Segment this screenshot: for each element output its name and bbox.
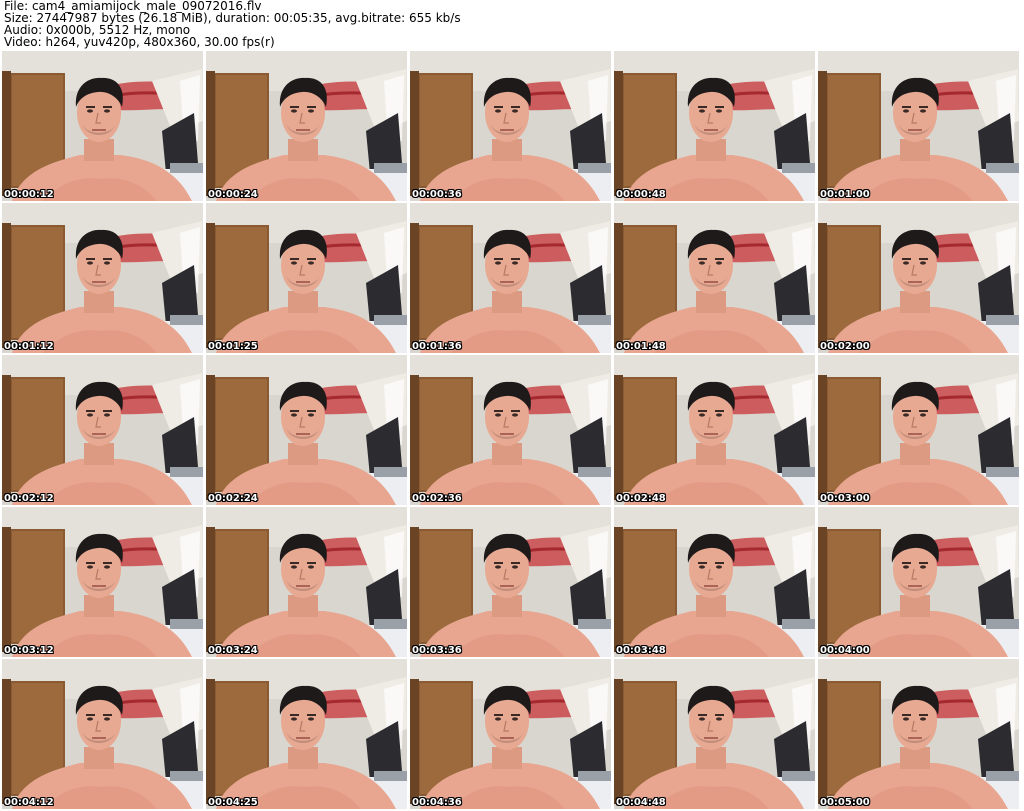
video-info: Video: h264, yuv420p, 480x360, 30.00 fps… bbox=[4, 35, 275, 49]
timestamp-label: 00:00:48 bbox=[616, 189, 666, 200]
frame-image bbox=[2, 507, 203, 657]
timestamp-label: 00:04:25 bbox=[208, 797, 258, 808]
timestamp-label: 00:03:24 bbox=[208, 645, 258, 656]
frame-image bbox=[410, 355, 611, 505]
video-frame-thumbnail: 00:04:25 bbox=[206, 659, 407, 809]
video-frame-thumbnail: 00:02:36 bbox=[410, 355, 611, 505]
video-frame-thumbnail: 00:03:12 bbox=[2, 507, 203, 657]
timestamp-label: 00:01:00 bbox=[820, 189, 870, 200]
timestamp-label: 00:03:12 bbox=[4, 645, 54, 656]
frame-image bbox=[206, 507, 407, 657]
video-frame-thumbnail: 00:04:36 bbox=[410, 659, 611, 809]
frame-image bbox=[818, 51, 1019, 201]
video-frame-thumbnail: 00:00:48 bbox=[614, 51, 815, 201]
video-frame-thumbnail: 00:03:24 bbox=[206, 507, 407, 657]
frame-image bbox=[614, 507, 815, 657]
timestamp-label: 00:01:36 bbox=[412, 341, 462, 352]
timestamp-label: 00:03:00 bbox=[820, 493, 870, 504]
timestamp-label: 00:02:48 bbox=[616, 493, 666, 504]
video-frame-thumbnail: 00:01:12 bbox=[2, 203, 203, 353]
video-frame-thumbnail: 00:05:00 bbox=[818, 659, 1019, 809]
timestamp-label: 00:01:48 bbox=[616, 341, 666, 352]
video-frame-thumbnail: 00:04:48 bbox=[614, 659, 815, 809]
timestamp-label: 00:00:12 bbox=[4, 189, 54, 200]
video-frame-thumbnail: 00:03:00 bbox=[818, 355, 1019, 505]
frame-image bbox=[614, 51, 815, 201]
frame-image bbox=[2, 659, 203, 809]
thumbnail-grid: 00:00:12 00:00:24 00:00:36 00:00:48 00:0… bbox=[2, 51, 1022, 811]
timestamp-label: 00:03:36 bbox=[412, 645, 462, 656]
file-info-header: File: cam4_amiamijock_male_09072016.flv … bbox=[4, 0, 1020, 48]
timestamp-label: 00:01:12 bbox=[4, 341, 54, 352]
frame-image bbox=[614, 355, 815, 505]
frame-image bbox=[818, 203, 1019, 353]
frame-image bbox=[2, 355, 203, 505]
frame-image bbox=[818, 355, 1019, 505]
frame-image bbox=[614, 659, 815, 809]
timestamp-label: 00:04:36 bbox=[412, 797, 462, 808]
video-frame-thumbnail: 00:00:24 bbox=[206, 51, 407, 201]
timestamp-label: 00:04:00 bbox=[820, 645, 870, 656]
frame-image bbox=[2, 51, 203, 201]
frame-image bbox=[410, 659, 611, 809]
frame-image bbox=[818, 507, 1019, 657]
timestamp-label: 00:03:48 bbox=[616, 645, 666, 656]
timestamp-label: 00:00:24 bbox=[208, 189, 258, 200]
timestamp-label: 00:01:25 bbox=[208, 341, 258, 352]
video-frame-thumbnail: 00:02:12 bbox=[2, 355, 203, 505]
video-frame-thumbnail: 00:02:24 bbox=[206, 355, 407, 505]
video-frame-thumbnail: 00:01:25 bbox=[206, 203, 407, 353]
frame-image bbox=[818, 659, 1019, 809]
timestamp-label: 00:02:12 bbox=[4, 493, 54, 504]
frame-image bbox=[206, 203, 407, 353]
timestamp-label: 00:02:24 bbox=[208, 493, 258, 504]
video-frame-thumbnail: 00:02:00 bbox=[818, 203, 1019, 353]
frame-image bbox=[206, 355, 407, 505]
frame-image bbox=[410, 51, 611, 201]
video-frame-thumbnail: 00:01:48 bbox=[614, 203, 815, 353]
video-frame-thumbnail: 00:02:48 bbox=[614, 355, 815, 505]
frame-image bbox=[206, 659, 407, 809]
video-frame-thumbnail: 00:00:12 bbox=[2, 51, 203, 201]
video-frame-thumbnail: 00:01:00 bbox=[818, 51, 1019, 201]
timestamp-label: 00:02:00 bbox=[820, 341, 870, 352]
timestamp-label: 00:00:36 bbox=[412, 189, 462, 200]
frame-image bbox=[2, 203, 203, 353]
video-frame-thumbnail: 00:03:48 bbox=[614, 507, 815, 657]
frame-image bbox=[614, 203, 815, 353]
video-frame-thumbnail: 00:04:12 bbox=[2, 659, 203, 809]
video-frame-thumbnail: 00:00:36 bbox=[410, 51, 611, 201]
video-frame-thumbnail: 00:01:36 bbox=[410, 203, 611, 353]
frame-image bbox=[410, 203, 611, 353]
timestamp-label: 00:05:00 bbox=[820, 797, 870, 808]
timestamp-label: 00:04:48 bbox=[616, 797, 666, 808]
frame-image bbox=[206, 51, 407, 201]
timestamp-label: 00:02:36 bbox=[412, 493, 462, 504]
video-frame-thumbnail: 00:03:36 bbox=[410, 507, 611, 657]
timestamp-label: 00:04:12 bbox=[4, 797, 54, 808]
frame-image bbox=[410, 507, 611, 657]
video-frame-thumbnail: 00:04:00 bbox=[818, 507, 1019, 657]
